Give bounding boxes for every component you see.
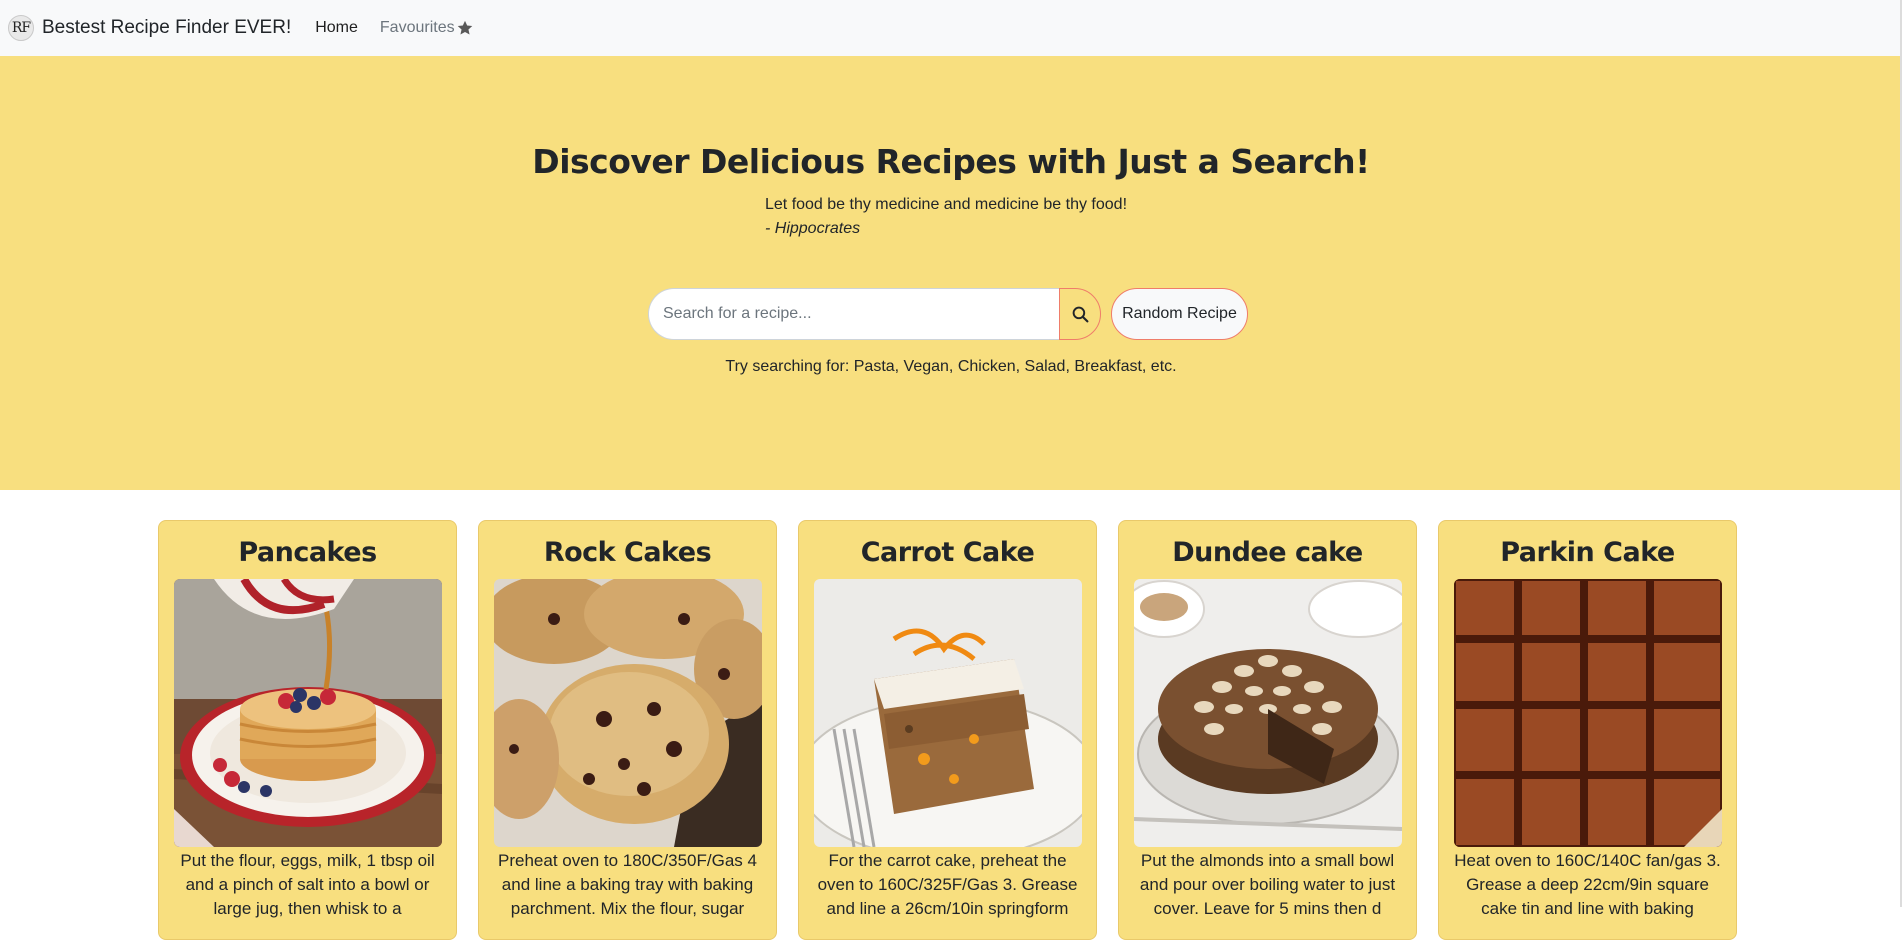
recipe-title[interactable]: Parkin Cake xyxy=(1500,533,1675,573)
recipe-title[interactable]: Dundee cake xyxy=(1172,533,1363,573)
recipe-description: Heat oven to 160C/140C fan/gas 3. Grease… xyxy=(1454,851,1721,918)
recipe-card[interactable]: Rock Cakes Preheat oven to 180C/350F/Gas… xyxy=(478,520,777,940)
recipe-card[interactable]: Carrot Cake For the carrot cake, preheat… xyxy=(798,520,1097,940)
recipe-title[interactable]: Carrot Cake xyxy=(861,533,1035,573)
nav-favourites-label: Favourites xyxy=(379,19,455,36)
random-recipe-button[interactable]: Random Recipe xyxy=(1111,288,1248,340)
recipe-cards: Pancakes Put the flour, eggs, milk, 1 tb… xyxy=(158,520,1737,940)
navbar: RF Bestest Recipe Finder EVER! Home Favo… xyxy=(0,0,1902,56)
nav-favourites[interactable]: Favourites xyxy=(380,19,474,37)
search-icon xyxy=(1072,306,1088,322)
brand-name[interactable]: Bestest Recipe Finder EVER! xyxy=(42,17,291,39)
hero-title: Discover Delicious Recipes with Just a S… xyxy=(532,142,1370,181)
carrot-cake-photo[interactable] xyxy=(813,579,1082,847)
search-button[interactable] xyxy=(1059,288,1101,340)
recipe-title[interactable]: Pancakes xyxy=(238,533,377,573)
pancakes-photo[interactable] xyxy=(173,579,442,847)
recipe-description: Preheat oven to 180C/350F/Gas 4 and line… xyxy=(498,851,757,918)
parkin-cake-photo[interactable] xyxy=(1453,579,1722,847)
dundee-cake-photo[interactable] xyxy=(1133,579,1402,847)
star-icon xyxy=(457,20,472,35)
nav-home[interactable]: Home xyxy=(315,19,358,37)
search-suggestions: Try searching for: Pasta, Vegan, Chicken… xyxy=(725,358,1177,375)
recipe-description: Put the almonds into a small bowl and po… xyxy=(1139,851,1396,918)
hero-section: Discover Delicious Recipes with Just a S… xyxy=(0,56,1902,490)
recipe-card[interactable]: Parkin Cake Heat oven to 160C/140C fan/g… xyxy=(1438,520,1737,940)
quote-text: Let food be thy medicine and medicine be… xyxy=(765,196,1128,213)
logo[interactable]: RF xyxy=(8,15,34,41)
quote-author: - Hippocrates xyxy=(765,220,861,237)
recipe-description: For the carrot cake, preheat the oven to… xyxy=(817,851,1078,918)
search-group xyxy=(648,288,1101,340)
search-input[interactable] xyxy=(648,288,1059,340)
recipe-title[interactable]: Rock Cakes xyxy=(544,533,712,573)
recipe-description: Put the flour, eggs, milk, 1 tbsp oil an… xyxy=(180,851,435,918)
recipe-card[interactable]: Pancakes Put the flour, eggs, milk, 1 tb… xyxy=(158,520,457,940)
recipe-card[interactable]: Dundee cake Put the almonds into a small… xyxy=(1118,520,1417,940)
rock-cakes-photo[interactable] xyxy=(493,579,762,847)
